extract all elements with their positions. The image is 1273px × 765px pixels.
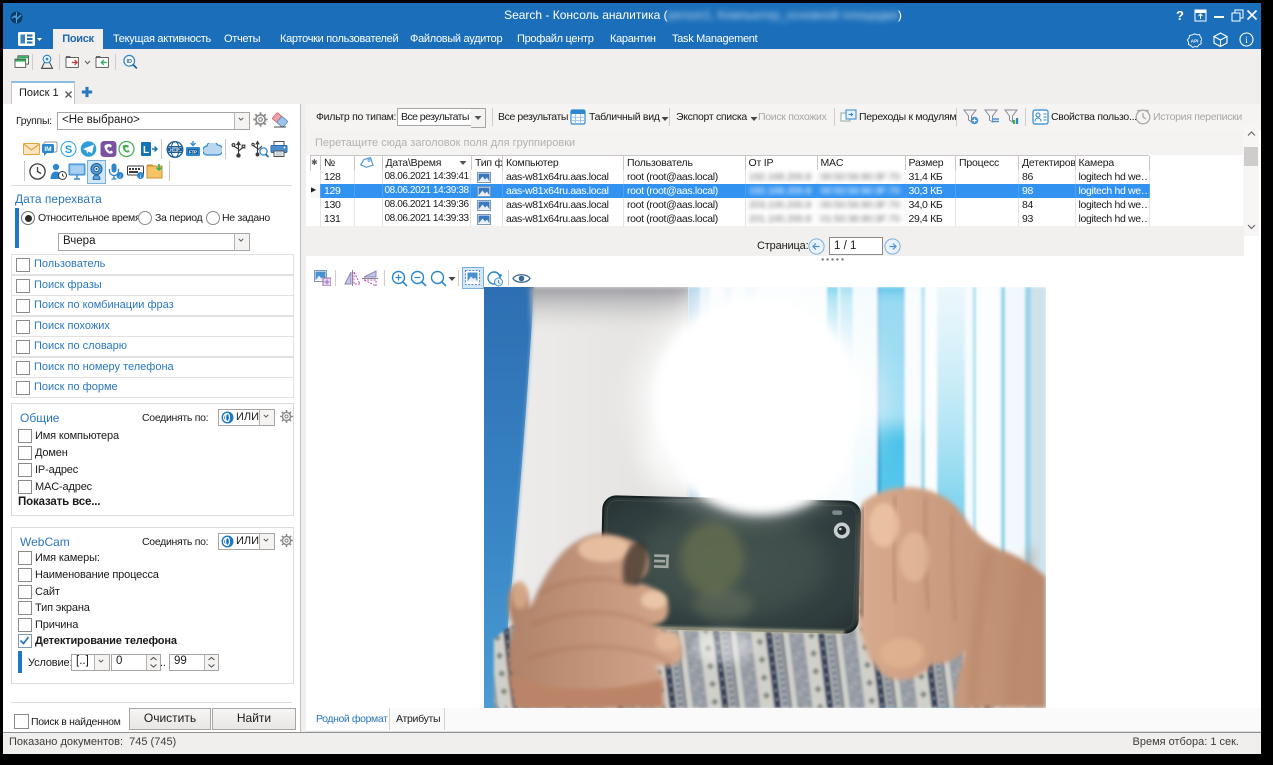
svg-text:ID: ID bbox=[126, 59, 132, 65]
svg-text:HTTP: HTTP bbox=[170, 148, 180, 152]
svg-text:FTP: FTP bbox=[189, 149, 197, 154]
svg-text:i: i bbox=[1245, 35, 1248, 45]
svg-text:S: S bbox=[65, 144, 72, 156]
svg-text:API: API bbox=[1191, 39, 1199, 44]
svg-text:IM: IM bbox=[44, 146, 51, 153]
svg-text:L: L bbox=[143, 145, 149, 156]
